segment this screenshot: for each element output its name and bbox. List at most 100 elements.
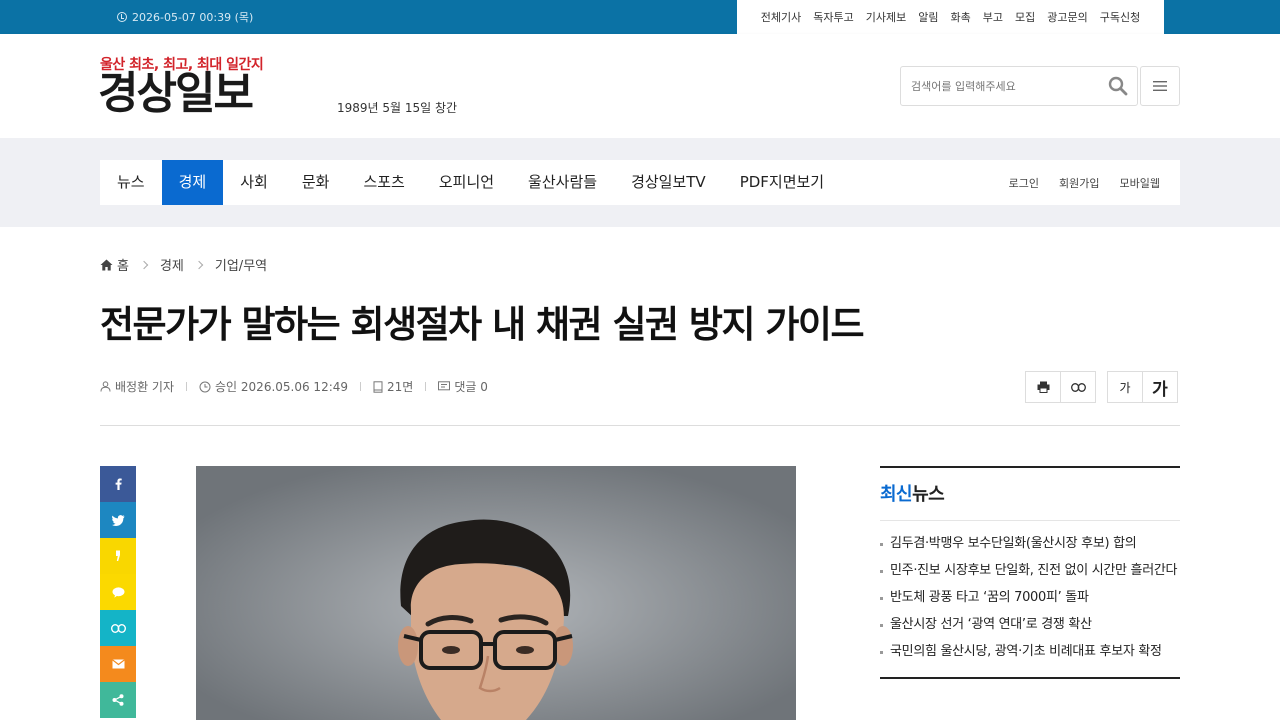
nav-user-links: 로그인 회원가입 모바일웹 xyxy=(1009,160,1160,205)
menu-button[interactable] xyxy=(1140,66,1180,106)
facebook-icon xyxy=(115,478,122,490)
header-divider xyxy=(100,425,1180,426)
latest-news-item[interactable]: 김두겸·박맹우 보수단일화(울산시장 후보) 합의 xyxy=(880,535,1180,553)
signup-link[interactable]: 회원가입 xyxy=(1059,175,1099,191)
portrait-image xyxy=(196,466,796,720)
meta-comments[interactable]: 댓글 0 xyxy=(438,378,488,395)
font-small-label: 가 xyxy=(1119,380,1131,395)
hamburger-icon xyxy=(1153,81,1167,91)
nav-item-pdf[interactable]: PDF지면보기 xyxy=(723,160,841,205)
nav-item-tv[interactable]: 경상일보TV xyxy=(614,160,723,205)
latest-news-panel: 최신뉴스 김두겸·박맹우 보수단일화(울산시장 후보) 합의 민주·진보 시장후… xyxy=(880,466,1180,679)
datetime-text: 2026-05-07 00:39 (목) xyxy=(132,11,254,24)
site-header: 울산 최초, 최고, 최대 일간지 경상일보 1989년 5월 15일 창간 xyxy=(0,34,1280,138)
top-link-all-articles[interactable]: 전체기사 xyxy=(761,9,801,25)
latest-news-item[interactable]: 반도체 광풍 타고 ‘꿈의 7000피’ 돌파 xyxy=(880,589,1180,607)
top-link-wedding[interactable]: 화촉 xyxy=(950,9,970,25)
breadcrumb-economy[interactable]: 경제 xyxy=(160,255,184,274)
copy-url-share-button[interactable] xyxy=(100,610,136,646)
top-link-ad-inquiry[interactable]: 광고문의 xyxy=(1047,9,1087,25)
kakaotalk-icon xyxy=(112,586,124,598)
comment-icon xyxy=(438,381,451,391)
kakaostory-share-button[interactable] xyxy=(100,538,136,574)
kakaostory-icon xyxy=(116,550,120,561)
site-logo[interactable]: 경상일보 xyxy=(98,70,254,118)
approved-time: 승인 2026.05.06 12:49 xyxy=(215,380,349,394)
article-photo xyxy=(196,466,796,720)
kakaotalk-share-button[interactable] xyxy=(100,574,136,610)
search-icon[interactable] xyxy=(1108,76,1128,96)
breadcrumb: 홈 경제 기업/무역 xyxy=(100,255,267,274)
article-title: 전문가가 말하는 회생절차 내 채권 실권 방지 가이드 xyxy=(100,303,865,346)
twitter-icon xyxy=(111,514,124,526)
font-smaller-button[interactable]: 가 xyxy=(1107,371,1143,403)
meta-divider xyxy=(186,382,188,391)
article-tools xyxy=(1025,371,1096,403)
top-links: 전체기사 독자투고 기사제보 알림 화촉 부고 모집 광고문의 구독신청 xyxy=(737,0,1164,34)
meta-author: 배정환 기자 xyxy=(100,378,174,395)
chevron-right-icon xyxy=(194,260,204,269)
meta-approved: 승인 2026.05.06 12:49 xyxy=(199,378,348,395)
nav-item-news[interactable]: 뉴스 xyxy=(100,160,162,205)
login-link[interactable]: 로그인 xyxy=(1009,175,1039,191)
facebook-share-button[interactable] xyxy=(100,466,136,502)
latest-news-item[interactable]: 국민의힘 울산시당, 광역·기초 비례대표 후보자 확정 xyxy=(880,643,1180,661)
article-meta: 배정환 기자 승인 2026.05.06 12:49 21면 댓글 0 xyxy=(100,378,488,395)
nav-item-economy[interactable]: 경제 xyxy=(161,160,224,205)
meta-divider xyxy=(425,382,427,391)
latest-news-title: 최신뉴스 xyxy=(880,468,1180,521)
breadcrumb-home-label: 홈 xyxy=(117,259,129,274)
twitter-share-button[interactable] xyxy=(100,502,136,538)
page-number: 21면 xyxy=(387,380,414,394)
link-icon xyxy=(1070,382,1086,392)
founded-date: 1989년 5월 15일 창간 xyxy=(337,101,458,115)
top-bar: 2026-05-07 00:39 (목) 전체기사 독자투고 기사제보 알림 화… xyxy=(0,0,1280,34)
top-link-notice[interactable]: 알림 xyxy=(918,9,938,25)
person-icon xyxy=(100,381,111,392)
print-button[interactable] xyxy=(1025,371,1061,403)
breadcrumb-home[interactable]: 홈 xyxy=(100,255,129,274)
latest-news-list: 김두겸·박맹우 보수단일화(울산시장 후보) 합의 민주·진보 시장후보 단일화… xyxy=(880,521,1180,677)
nav-item-culture[interactable]: 문화 xyxy=(285,160,347,205)
share-buttons xyxy=(100,466,136,718)
breadcrumb-business-trade[interactable]: 기업/무역 xyxy=(215,255,267,274)
top-link-news-tip[interactable]: 기사제보 xyxy=(866,9,906,25)
top-link-subscribe[interactable]: 구독신청 xyxy=(1100,9,1140,25)
search-box xyxy=(900,66,1138,106)
link-icon xyxy=(110,623,126,633)
email-share-button[interactable] xyxy=(100,646,136,682)
clock-icon xyxy=(199,381,211,392)
clock-icon xyxy=(117,12,127,22)
email-icon xyxy=(111,659,125,669)
main-nav: 뉴스 경제 사회 문화 스포츠 오피니언 울산사람들 경상일보TV PDF지면보… xyxy=(100,160,1180,205)
chevron-right-icon xyxy=(139,260,149,269)
copy-link-button[interactable] xyxy=(1060,371,1096,403)
share-icon xyxy=(112,694,124,706)
font-size-tools: 가 가 xyxy=(1107,371,1178,403)
latest-news-item[interactable]: 민주·진보 시장후보 단일화, 진전 없이 시간만 흘러간다 xyxy=(880,562,1180,580)
mobile-web-link[interactable]: 모바일웹 xyxy=(1120,175,1160,191)
nav-item-sports[interactable]: 스포츠 xyxy=(346,160,421,205)
print-icon xyxy=(1037,381,1049,393)
comment-count: 댓글 0 xyxy=(454,380,488,394)
top-link-recruit[interactable]: 모집 xyxy=(1015,9,1035,25)
nav-item-ulsan-people[interactable]: 울산사람들 xyxy=(511,160,614,205)
font-large-label: 가 xyxy=(1152,379,1168,400)
top-link-reader-submission[interactable]: 독자투고 xyxy=(813,9,853,25)
meta-page: 21면 xyxy=(373,378,413,395)
meta-divider xyxy=(360,382,362,391)
latest-news-item[interactable]: 울산시장 선거 ‘광역 연대’로 경쟁 확산 xyxy=(880,616,1180,634)
latest-title-rest: 뉴스 xyxy=(912,484,945,505)
search-input[interactable] xyxy=(901,67,1101,105)
current-datetime: 2026-05-07 00:39 (목) xyxy=(117,9,253,25)
latest-title-highlight: 최신 xyxy=(880,484,913,505)
top-link-obituary[interactable]: 부고 xyxy=(983,9,1003,25)
font-larger-button[interactable]: 가 xyxy=(1142,371,1178,403)
home-icon xyxy=(100,259,113,270)
nav-item-opinion[interactable]: 오피니언 xyxy=(422,160,511,205)
page-icon xyxy=(373,380,383,393)
nav-area: 뉴스 경제 사회 문화 스포츠 오피니언 울산사람들 경상일보TV PDF지면보… xyxy=(0,138,1280,227)
author-name: 배정환 기자 xyxy=(115,380,175,394)
nav-item-society[interactable]: 사회 xyxy=(223,160,285,205)
more-share-button[interactable] xyxy=(100,682,136,718)
